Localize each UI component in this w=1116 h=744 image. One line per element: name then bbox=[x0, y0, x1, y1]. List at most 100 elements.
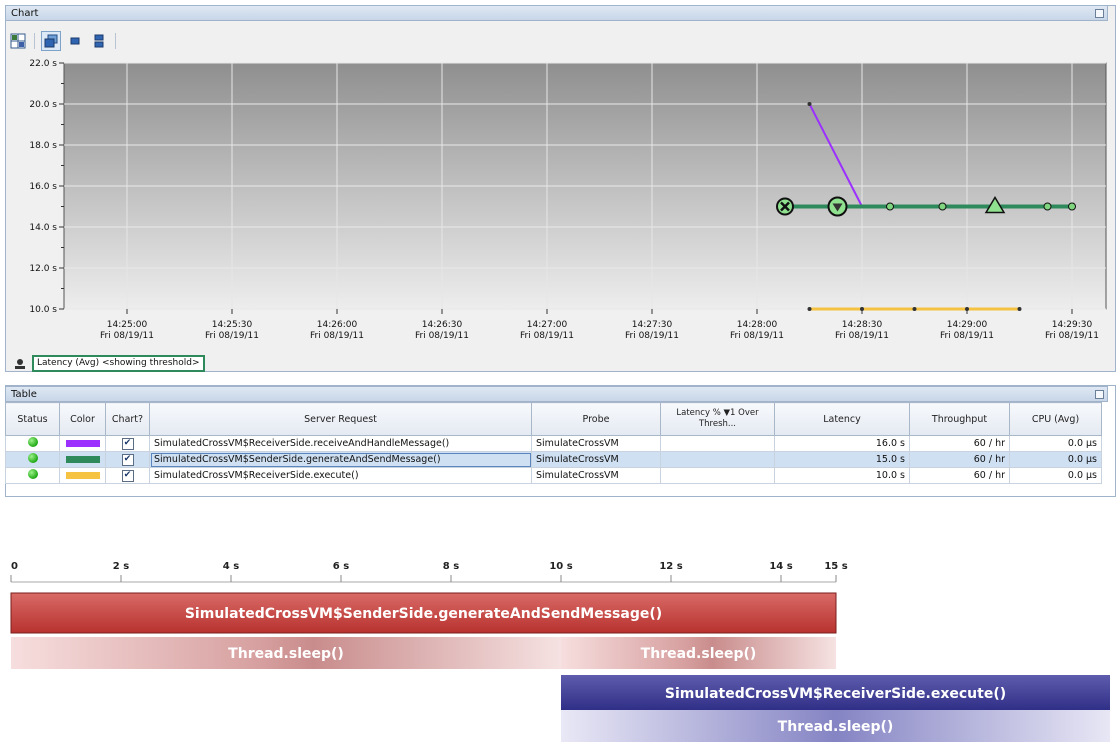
data-point bbox=[912, 307, 917, 311]
call-timeline: 0 2 s 4 s 6 s 8 s 10 s 12 s 14 s 15 s SimulatedCr… bbox=[10, 561, 1110, 742]
y-tick-label: 18.0 s bbox=[29, 141, 57, 151]
method-call-bar: SimulatedCrossVM$ReceiverSide.execute() bbox=[561, 675, 1110, 711]
table-pane-header: Table bbox=[5, 386, 1108, 402]
column-header-throughput[interactable]: Throughput bbox=[909, 402, 1010, 436]
x-tick-label: Fri 08/19/11 bbox=[415, 331, 469, 341]
cpu-cell: 0.0 µs bbox=[1009, 435, 1102, 452]
table-row[interactable]: ✔ SimulatedCrossVM$SenderSide.generateAn… bbox=[5, 451, 1102, 468]
server-request-cell: SimulatedCrossVM$ReceiverSide.execute() bbox=[149, 467, 532, 484]
x-tick-label: Fri 08/19/11 bbox=[730, 331, 784, 341]
chart-pane-title: Chart bbox=[11, 8, 39, 19]
throughput-cell: 60 / hr bbox=[909, 435, 1010, 452]
maximize-icon[interactable] bbox=[1095, 390, 1104, 399]
data-point bbox=[938, 202, 947, 211]
column-header-latency-pct[interactable]: Latency % ▼1 Over Thresh... bbox=[660, 402, 775, 436]
overlay-charts-icon bbox=[44, 34, 58, 48]
bar-label: SimulatedCrossVM$SenderSide.generateAndS… bbox=[185, 606, 662, 622]
stacked-charts-icon bbox=[94, 34, 104, 48]
x-tick-label: 14:29:00 bbox=[947, 320, 988, 330]
x-tick-label: Fri 08/19/11 bbox=[310, 331, 364, 341]
column-header-status[interactable]: Status bbox=[5, 402, 60, 436]
data-point bbox=[1068, 202, 1076, 211]
table-row[interactable]: ✔ SimulatedCrossVM$ReceiverSide.receiveA… bbox=[5, 435, 1102, 452]
probe-cell: SimulateCrossVM bbox=[531, 435, 661, 452]
single-chart-button[interactable] bbox=[65, 31, 85, 51]
latency-chart[interactable]: 10.0 s 12.0 s 14.0 s 16.0 s 18.0 s 20.0 s 22.0… bbox=[6, 55, 1110, 351]
x-tick-label: 14:27:30 bbox=[632, 320, 673, 330]
column-header-probe[interactable]: Probe bbox=[531, 402, 661, 436]
stacked-charts-button[interactable] bbox=[89, 31, 109, 51]
status-ok-icon bbox=[27, 453, 38, 463]
data-point bbox=[886, 202, 894, 211]
chart-legend: Latency (Avg) <showing threshold> bbox=[14, 355, 205, 372]
data-point bbox=[1043, 202, 1052, 211]
latency-pct-cell bbox=[660, 435, 775, 452]
method-call-bar: SimulatedCrossVM$SenderSide.generateAndS… bbox=[10, 592, 837, 634]
chart-checkbox[interactable]: ✔ bbox=[121, 437, 134, 450]
x-tick-label: 14:26:30 bbox=[422, 320, 463, 330]
timeline-tick-label: 8 s bbox=[443, 561, 459, 572]
sleep-segment-bar: Thread.sleep() bbox=[561, 637, 836, 669]
cpu-cell: 0.0 µs bbox=[1009, 451, 1102, 468]
timeline-tick-label: 10 s bbox=[549, 561, 572, 572]
error-marker-icon bbox=[776, 197, 794, 216]
y-tick-label: 22.0 s bbox=[29, 59, 57, 69]
x-tick-label: Fri 08/19/11 bbox=[835, 331, 889, 341]
data-point bbox=[860, 307, 864, 311]
x-tick-label: Fri 08/19/11 bbox=[100, 331, 154, 341]
toolbar-separator bbox=[115, 33, 116, 49]
bar-label: SimulatedCrossVM$ReceiverSide.execute() bbox=[665, 686, 1006, 702]
overlay-charts-button[interactable] bbox=[41, 31, 61, 51]
x-tick-label: 14:28:30 bbox=[842, 320, 883, 330]
throughput-cell: 60 / hr bbox=[909, 467, 1010, 484]
column-header-chart[interactable]: Chart? bbox=[105, 402, 150, 436]
user-icon bbox=[15, 358, 25, 369]
column-header-color[interactable]: Color bbox=[59, 402, 106, 436]
latency-pct-cell bbox=[660, 467, 775, 484]
server-request-cell: SimulatedCrossVM$SenderSide.generateAndS… bbox=[149, 451, 532, 468]
table-pane-title: Table bbox=[11, 389, 37, 400]
sleep-segment-bar: Thread.sleep() bbox=[561, 710, 1110, 742]
x-tick-label: 14:27:00 bbox=[527, 320, 568, 330]
bar-label: Thread.sleep() bbox=[778, 719, 894, 735]
x-tick-label: 14:28:00 bbox=[737, 320, 778, 330]
column-header-server-request[interactable]: Server Request bbox=[149, 402, 532, 436]
chart-toolbar bbox=[8, 30, 118, 52]
timeline-tick-label: 0 bbox=[11, 561, 18, 572]
y-tick-label: 10.0 s bbox=[29, 305, 57, 315]
down-marker-icon bbox=[827, 196, 848, 217]
x-tick-label: Fri 08/19/11 bbox=[1045, 331, 1099, 341]
grid-layout-icon bbox=[10, 33, 26, 49]
chart-checkbox[interactable]: ✔ bbox=[121, 453, 134, 466]
chart-checkbox[interactable]: ✔ bbox=[121, 469, 134, 482]
probe-cell: SimulateCrossVM bbox=[531, 451, 661, 468]
probe-cell: SimulateCrossVM bbox=[531, 467, 661, 484]
x-tick-label: Fri 08/19/11 bbox=[940, 331, 994, 341]
latency-cell: 16.0 s bbox=[774, 435, 910, 452]
single-chart-icon bbox=[70, 37, 80, 45]
data-point bbox=[1017, 307, 1022, 311]
y-tick-label: 12.0 s bbox=[29, 264, 57, 274]
series-color-swatch[interactable] bbox=[65, 472, 100, 479]
toolbar-separator bbox=[34, 33, 35, 49]
timeline-tick-label: 2 s bbox=[113, 561, 129, 572]
column-header-cpu[interactable]: CPU (Avg) bbox=[1009, 402, 1102, 436]
series-color-swatch[interactable] bbox=[65, 440, 100, 447]
timeline-tick-label: 6 s bbox=[333, 561, 349, 572]
x-tick-label: 14:26:00 bbox=[317, 320, 358, 330]
series-color-swatch[interactable] bbox=[65, 456, 100, 463]
sleep-segment-bar: Thread.sleep() bbox=[11, 637, 561, 669]
timeline-tick-label: 12 s bbox=[659, 561, 682, 572]
x-tick-label: Fri 08/19/11 bbox=[205, 331, 259, 341]
maximize-icon[interactable] bbox=[1095, 9, 1104, 18]
bar-label: Thread.sleep() bbox=[228, 646, 344, 662]
y-tick-label: 16.0 s bbox=[29, 182, 57, 192]
grid-layout-button[interactable] bbox=[8, 31, 28, 51]
latency-pct-cell bbox=[660, 451, 775, 468]
legend-threshold-label[interactable]: Latency (Avg) <showing threshold> bbox=[32, 355, 205, 372]
table-row[interactable]: ✔ SimulatedCrossVM$ReceiverSide.execute(… bbox=[5, 467, 1102, 484]
data-point bbox=[807, 307, 812, 311]
data-point bbox=[965, 307, 969, 311]
cpu-cell: 0.0 µs bbox=[1009, 467, 1102, 484]
column-header-latency[interactable]: Latency bbox=[774, 402, 910, 436]
